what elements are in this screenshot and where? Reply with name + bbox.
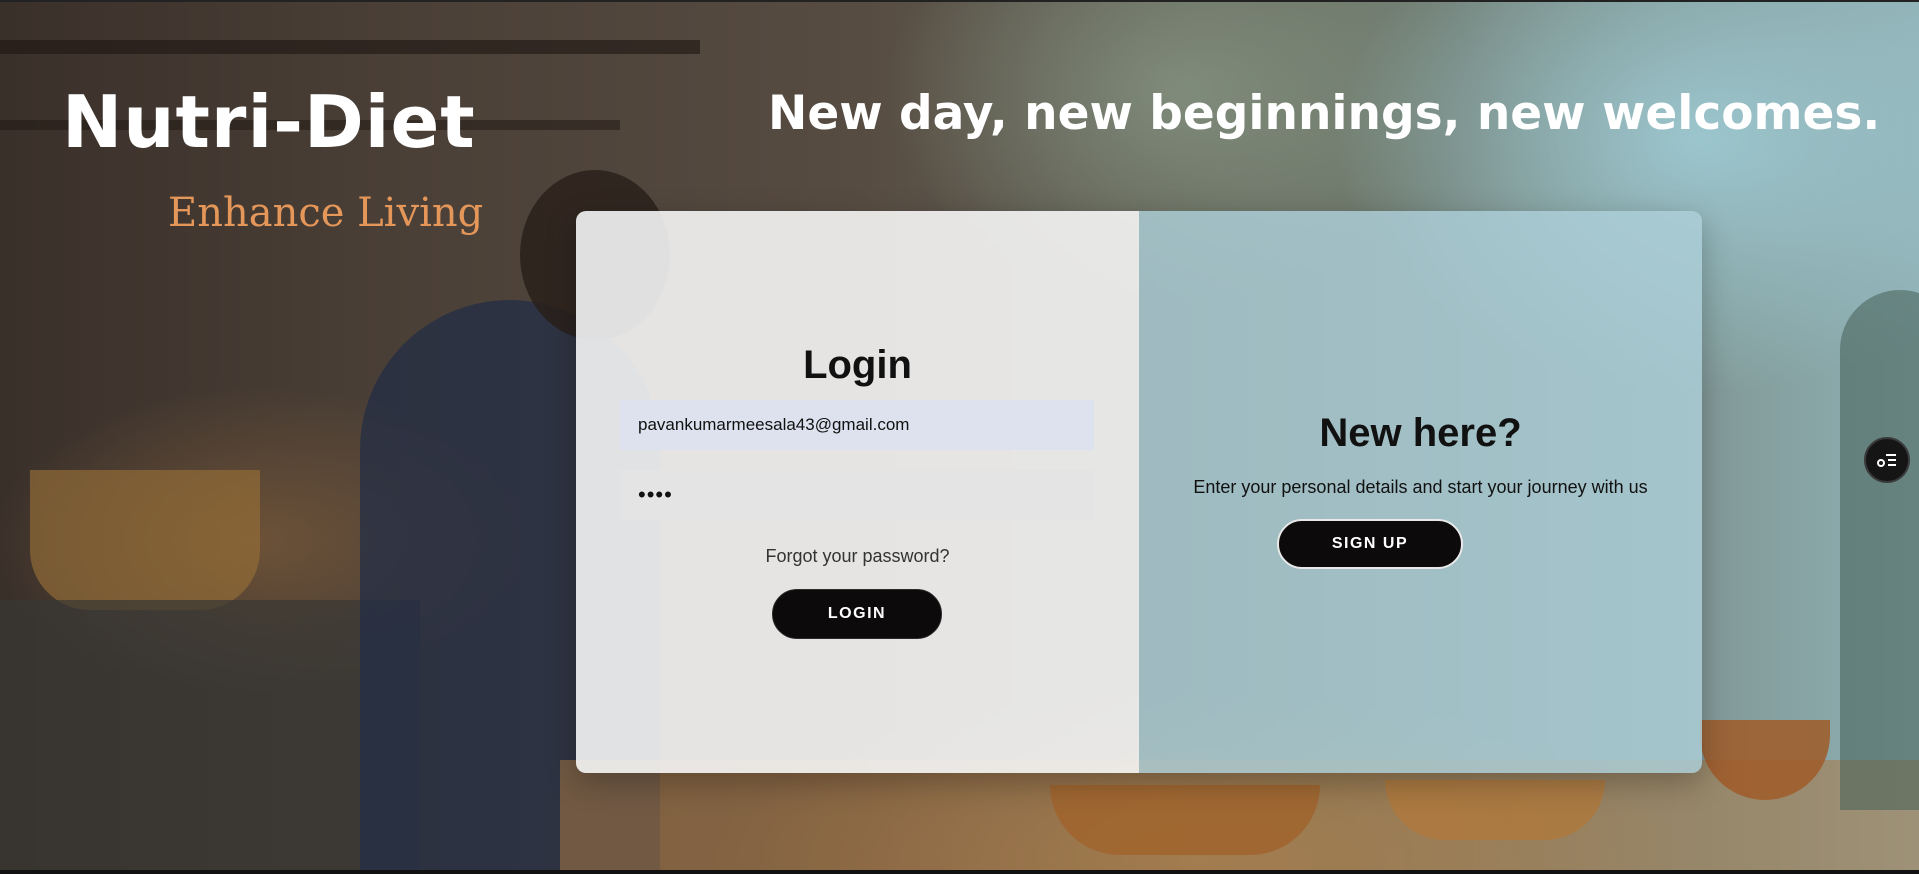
floating-action-button[interactable] <box>1864 437 1910 483</box>
brand-tagline: Enhance Living <box>168 190 484 236</box>
bottom-edge <box>0 870 1919 874</box>
welcome-headline: New day, new beginnings, new welcomes. <box>768 86 1881 141</box>
food-bowl <box>1385 780 1605 840</box>
signup-button[interactable]: SIGN UP <box>1277 519 1463 569</box>
shelf <box>0 40 700 54</box>
auth-card: Login Forgot your password? LOGIN New he… <box>576 211 1702 773</box>
forgot-password-link[interactable]: Forgot your password? <box>576 546 1139 567</box>
child-figure <box>1840 290 1919 810</box>
cooking-pot <box>30 470 260 610</box>
list-settings-icon <box>1877 454 1896 467</box>
login-panel: Login Forgot your password? LOGIN <box>576 211 1139 773</box>
kitchen-counter <box>0 600 420 874</box>
food-bowl <box>1050 785 1320 855</box>
email-field[interactable] <box>620 400 1094 450</box>
password-field[interactable] <box>620 470 1094 520</box>
brand-name: Nutri-Diet <box>62 80 476 164</box>
signup-title: New here? <box>1319 411 1522 455</box>
signup-description: Enter your personal details and start yo… <box>1193 477 1648 497</box>
login-title: Login <box>803 343 912 387</box>
signup-panel: New here? Enter your personal details an… <box>1139 211 1702 773</box>
login-button[interactable]: LOGIN <box>772 589 942 639</box>
top-edge <box>0 0 1919 2</box>
